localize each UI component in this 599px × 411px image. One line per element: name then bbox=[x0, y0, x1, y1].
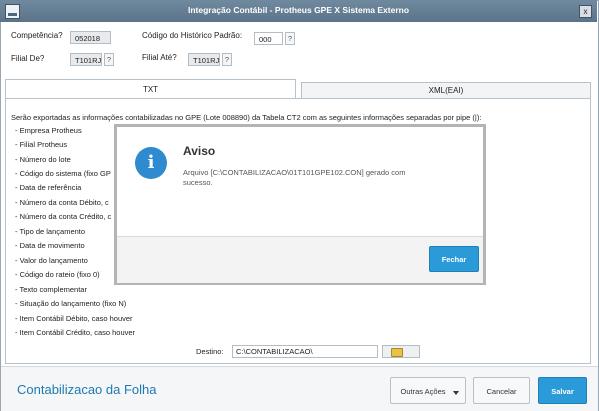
filial-ate-help-button[interactable]: ? bbox=[222, 53, 232, 66]
close-dialog-button[interactable]: Fechar bbox=[429, 246, 479, 272]
browse-folder-button[interactable] bbox=[382, 345, 420, 358]
competencia-field[interactable]: 052018 bbox=[70, 31, 111, 44]
filial-ate-label: Filial Até? bbox=[142, 53, 177, 62]
list-item: - Filial Protheus bbox=[15, 140, 68, 149]
list-item: - Valor do lançamento bbox=[15, 256, 88, 265]
outras-acoes-label: Outras Ações bbox=[400, 387, 446, 396]
list-item: - Tipo de lançamento bbox=[15, 227, 86, 236]
filial-de-field[interactable]: T101RJ bbox=[70, 53, 102, 66]
destino-label: Destino: bbox=[196, 347, 224, 356]
filial-ate-field[interactable]: T101RJ bbox=[188, 53, 220, 66]
historico-field[interactable]: 000 bbox=[254, 32, 283, 45]
list-item: - Data de referência bbox=[15, 183, 82, 192]
list-item: - Empresa Protheus bbox=[15, 126, 82, 135]
close-button[interactable]: x bbox=[579, 5, 592, 18]
dialog-message: Arquivo [C:\CONTABILIZACAO\01T101GPE102.… bbox=[183, 168, 406, 187]
export-intro-text: Serão exportadas as informações contabil… bbox=[11, 113, 482, 122]
list-item: - Item Contábil Crédito, caso houver bbox=[15, 328, 136, 337]
dialog-title: Aviso bbox=[183, 144, 216, 158]
list-item: - Texto complementar bbox=[15, 285, 87, 294]
list-item: - Número da conta Débito, c bbox=[15, 198, 109, 207]
list-item: - Código do sistema (fixo GP bbox=[15, 169, 111, 178]
historico-label: Código do Histórico Padrão: bbox=[142, 31, 243, 40]
routine-title: Contabilizacao da Folha bbox=[17, 382, 157, 397]
cancel-button[interactable]: Cancelar bbox=[473, 377, 530, 404]
info-icon: i bbox=[135, 147, 167, 179]
save-button[interactable]: Salvar bbox=[538, 377, 587, 404]
list-item: - Código do rateio (fixo 0) bbox=[15, 270, 100, 279]
list-item: - Item Contábil Débito, caso houver bbox=[15, 314, 133, 323]
destino-field[interactable]: C:\CONTABILIZACAO\ bbox=[232, 345, 378, 358]
outras-acoes-button[interactable]: Outras Ações bbox=[390, 377, 466, 404]
list-item: - Número do lote bbox=[15, 155, 71, 164]
list-item: - Data de movimento bbox=[15, 241, 85, 250]
filial-de-help-button[interactable]: ? bbox=[104, 53, 114, 66]
list-item: - Situação do lançamento (fixo N) bbox=[15, 299, 127, 308]
historico-help-button[interactable]: ? bbox=[285, 32, 295, 45]
chevron-down-icon bbox=[453, 391, 459, 395]
window-title: Integração Contábil - Protheus GPE X Sis… bbox=[187, 5, 410, 15]
title-bar: Integração Contábil - Protheus GPE X Sis… bbox=[0, 0, 597, 22]
competencia-label: Competência? bbox=[11, 31, 63, 40]
list-item: - Número da conta Crédito, c bbox=[15, 212, 112, 221]
filial-de-label: Filial De? bbox=[11, 54, 45, 63]
tab-xml-eai[interactable]: XML(EAI) bbox=[301, 82, 591, 98]
folder-icon bbox=[391, 348, 403, 357]
tab-txt[interactable]: TXT bbox=[5, 79, 296, 98]
